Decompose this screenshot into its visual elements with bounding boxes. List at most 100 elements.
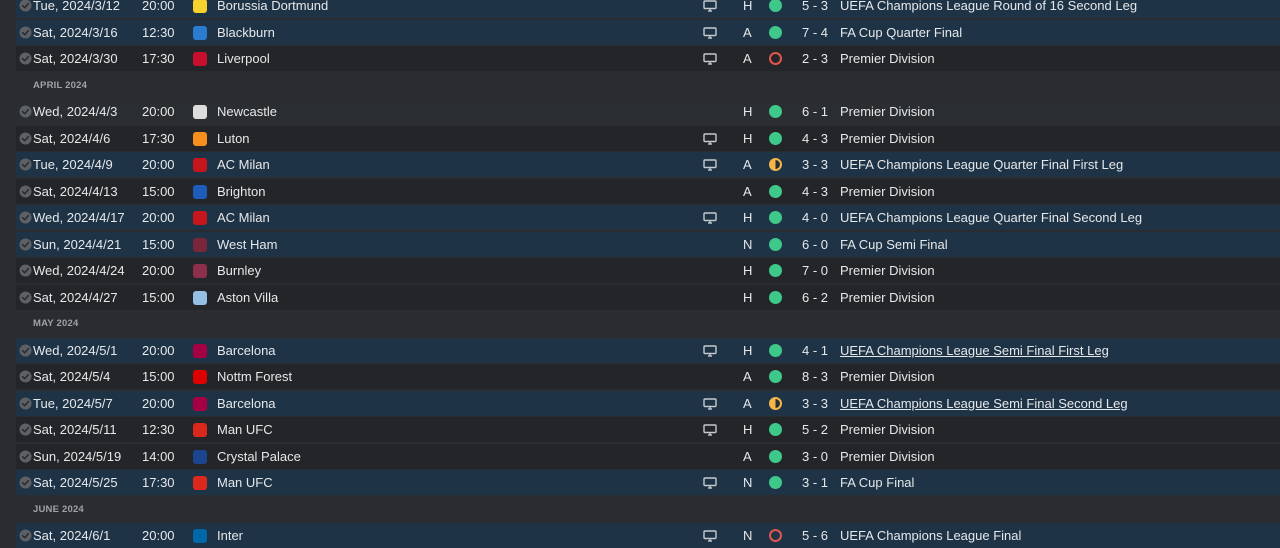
opponent-link[interactable]: Aston Villa [217, 285, 278, 310]
competition-link[interactable]: Premier Division [840, 179, 935, 204]
fixture-date: Sat, 2024/3/30 [33, 51, 118, 66]
fixture-date: Sat, 2024/4/6 [33, 130, 111, 146]
fixture-time: 17:30 [142, 475, 175, 490]
fixture-time: 12:30 [142, 24, 175, 40]
score[interactable]: 2 - 3 [802, 46, 828, 71]
competition-link[interactable]: UEFA Champions League Quarter Final Firs… [840, 152, 1123, 177]
fixture-time: 20:00 [142, 0, 175, 13]
fixture-time: 20:00 [142, 263, 175, 278]
opponent-link[interactable]: AC Milan [217, 152, 270, 177]
competition-link[interactable]: Premier Division [840, 364, 935, 389]
opponent-link[interactable]: West Ham [217, 232, 277, 257]
fixture-row[interactable]: Sat, 2024/4/13 15:00 Brighton A 4 - 3 Premier… [16, 178, 1280, 204]
competition-link[interactable]: FA Cup Final [840, 470, 914, 495]
score[interactable]: 4 - 1 [802, 338, 828, 363]
score[interactable]: 4 - 3 [802, 126, 828, 151]
opponent-link[interactable]: Crystal Palace [217, 444, 301, 469]
opponent-link[interactable]: Blackburn [217, 20, 275, 45]
fixture-row[interactable]: Sat, 2024/3/30 17:30 Liverpool A 2 - 3 Premie… [16, 46, 1280, 71]
opponent-link[interactable]: Brighton [217, 179, 265, 204]
fixture-date: Tue, 2024/4/9 [33, 157, 113, 172]
team-crest-icon [192, 210, 208, 226]
score[interactable]: 6 - 2 [802, 285, 828, 310]
competition-link[interactable]: FA Cup Quarter Final [840, 20, 962, 45]
venue: N [743, 528, 753, 543]
score[interactable]: 4 - 3 [802, 179, 828, 204]
score[interactable]: 5 - 2 [802, 417, 828, 442]
check-icon [19, 105, 32, 118]
result-win-icon [769, 105, 782, 118]
tv-broadcast-icon [703, 530, 717, 542]
competition-link[interactable]: Premier Division [840, 417, 935, 442]
tv-broadcast-icon [703, 424, 717, 436]
competition-link[interactable]: UEFA Champions League Quarter Final Seco… [840, 205, 1142, 230]
competition-link[interactable]: Premier Division [840, 258, 935, 283]
competition-link[interactable]: Premier Division [840, 285, 935, 310]
opponent-link[interactable]: Nottm Forest [217, 364, 292, 389]
fixture-row[interactable]: Sat, 2024/5/25 17:30 Man UFC N 3 - 1 FA Cup F… [16, 470, 1280, 495]
venue: A [743, 51, 752, 66]
opponent-link[interactable]: Inter [217, 523, 243, 548]
competition-link[interactable]: FA Cup Semi Final [840, 232, 948, 257]
score[interactable]: 8 - 3 [802, 364, 828, 389]
score[interactable]: 3 - 1 [802, 470, 828, 495]
fixture-row[interactable]: Wed, 2024/5/1 20:00 Barcelona H 4 - 1 UEFA Ch… [16, 337, 1280, 363]
opponent-link[interactable]: Burnley [217, 258, 261, 283]
competition-link[interactable]: UEFA Champions League Final [840, 523, 1021, 548]
competition-link[interactable]: UEFA Champions League Round of 16 Second… [840, 0, 1137, 18]
opponent-link[interactable]: Man UFC [217, 417, 273, 442]
fixture-row[interactable]: Sat, 2024/3/16 12:30 Blackburn A 7 - 4 FA Cup… [16, 19, 1280, 45]
score[interactable]: 6 - 0 [802, 232, 828, 257]
competition-link[interactable]: Premier Division [840, 126, 935, 151]
fixture-row[interactable]: Tue, 2024/5/7 20:00 Barcelona A 3 - 3 UEFA Ch… [16, 390, 1280, 416]
opponent-link[interactable]: Man UFC [217, 470, 273, 495]
fixture-row[interactable]: Tue, 2024/3/12 20:00 Borussia Dortmund H 5 -… [16, 0, 1280, 18]
month-header: APRIL 2024 [16, 72, 1280, 98]
score[interactable]: 5 - 3 [802, 0, 828, 18]
result-draw-icon [769, 158, 782, 171]
result-win-icon [769, 290, 782, 304]
competition-link[interactable]: UEFA Champions League Semi Final Second … [840, 391, 1128, 416]
fixture-row[interactable]: Wed, 2024/4/24 20:00 Burnley H 7 - 0 Premier … [16, 258, 1280, 283]
opponent-link[interactable]: Barcelona [217, 391, 276, 416]
fixture-row[interactable]: Sat, 2024/5/4 15:00 Nottm Forest A 8 - 3 Prem… [16, 364, 1280, 389]
check-icon [19, 185, 32, 198]
score[interactable]: 7 - 4 [802, 20, 828, 45]
opponent-link[interactable]: AC Milan [217, 205, 270, 230]
venue: H [743, 210, 753, 225]
competition-link[interactable]: Premier Division [840, 99, 935, 124]
venue: A [743, 24, 752, 40]
opponent-link[interactable]: Liverpool [217, 46, 270, 71]
fixture-row[interactable]: Sat, 2024/6/1 20:00 Inter N 5 - 6 UEFA Champi… [16, 523, 1280, 548]
score[interactable]: 6 - 1 [802, 99, 828, 124]
fixture-row[interactable]: Wed, 2024/4/17 20:00 AC Milan H 4 - 0 UEFA Ch… [16, 205, 1280, 230]
opponent-link[interactable]: Borussia Dortmund [217, 0, 328, 18]
team-crest-icon [192, 290, 208, 306]
team-crest-icon [192, 51, 208, 67]
opponent-link[interactable]: Barcelona [217, 338, 276, 363]
fixture-date: Wed, 2024/5/1 [33, 342, 118, 358]
score[interactable]: 7 - 0 [802, 258, 828, 283]
opponent-link[interactable]: Newcastle [217, 99, 277, 124]
fixture-row[interactable]: Sun, 2024/4/21 15:00 West Ham N 6 - 0 FA Cup … [16, 231, 1280, 257]
fixture-row[interactable]: Sat, 2024/4/6 17:30 Luton H 4 - 3 Premier Div… [16, 125, 1280, 151]
competition-link[interactable]: UEFA Champions League Semi Final First L… [840, 338, 1109, 363]
score[interactable]: 5 - 6 [802, 523, 828, 548]
fixture-date: Wed, 2024/4/17 [33, 210, 125, 225]
score[interactable]: 3 - 0 [802, 444, 828, 469]
venue: A [743, 183, 752, 199]
fixture-row[interactable]: Wed, 2024/4/3 20:00 Newcastle H 6 - 1 Premier… [16, 99, 1280, 124]
fixture-row[interactable]: Sun, 2024/5/19 14:00 Crystal Palace A 3 - 0 P… [16, 443, 1280, 469]
competition-link[interactable]: Premier Division [840, 444, 935, 469]
tv-broadcast-icon [703, 477, 717, 489]
score[interactable]: 4 - 0 [802, 205, 828, 230]
score[interactable]: 3 - 3 [802, 391, 828, 416]
fixture-row[interactable]: Sat, 2024/4/27 15:00 Aston Villa H 6 - 2 Prem… [16, 284, 1280, 310]
opponent-link[interactable]: Luton [217, 126, 250, 151]
fixture-row[interactable]: Tue, 2024/4/9 20:00 AC Milan A 3 - 3 UEFA Cha… [16, 152, 1280, 177]
score[interactable]: 3 - 3 [802, 152, 828, 177]
venue: A [743, 448, 752, 464]
competition-link[interactable]: Premier Division [840, 46, 935, 71]
fixture-row[interactable]: Sat, 2024/5/11 12:30 Man UFC H 5 - 2 Premier … [16, 417, 1280, 442]
venue: A [743, 369, 752, 384]
